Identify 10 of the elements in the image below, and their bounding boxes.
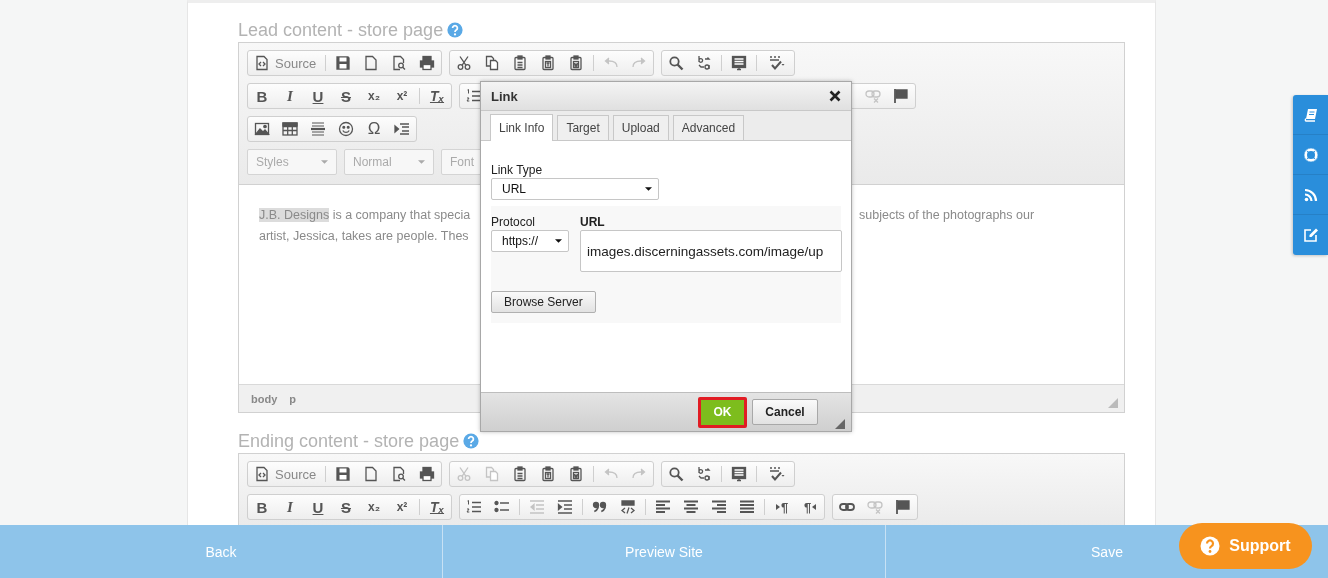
paragraph-text: J.B. Designs is a company that specia (259, 207, 471, 224)
section-heading: Lead content - store page (238, 20, 444, 40)
paragraph-text: subjects of the photographs our (859, 207, 1035, 224)
selected-text: J.B. Designs (259, 208, 330, 222)
field-label: Protocol (491, 215, 537, 229)
field-label: Link Type (491, 163, 544, 177)
field-label: URL (580, 215, 606, 229)
paragraph-text: artist, Jessica, takes are people. Thes (259, 228, 469, 245)
section-heading: Ending content - store page (238, 431, 460, 451)
dialog-title: Link (491, 88, 518, 104)
